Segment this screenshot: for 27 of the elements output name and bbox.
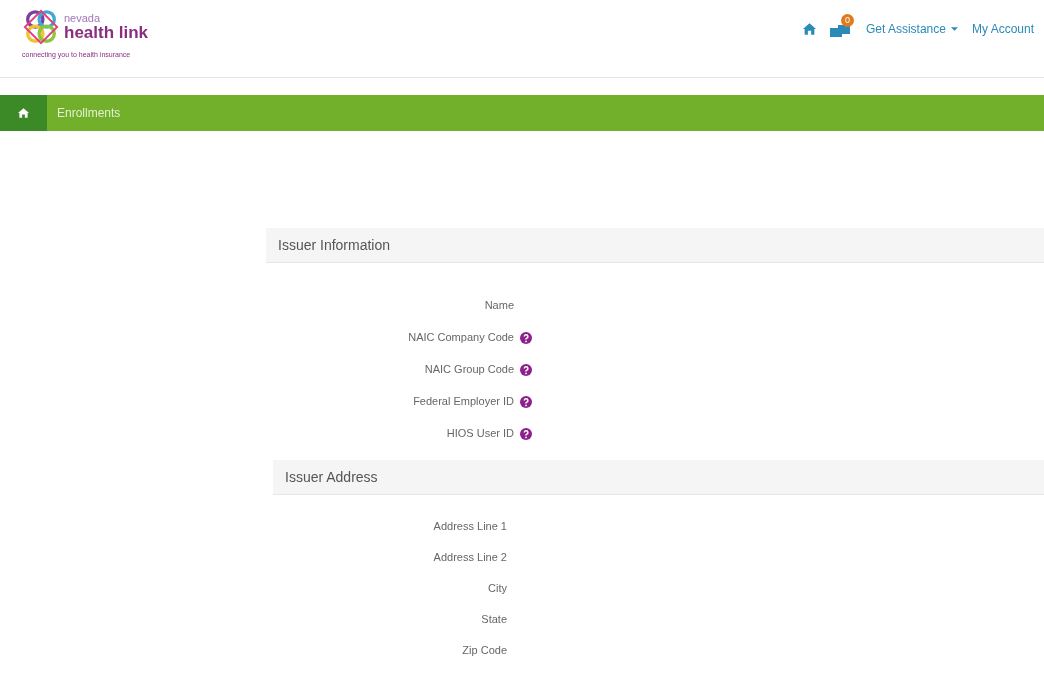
help-icon[interactable]	[520, 331, 532, 344]
section-header: Issuer Address	[273, 460, 1044, 495]
nav-link[interactable]: Get Assistance	[865, 20, 958, 38]
field-label: State	[480, 612, 507, 628]
home-icon	[18, 108, 29, 118]
field-label: Federal Employer ID	[412, 394, 514, 410]
field-label: Address Line 1	[432, 519, 507, 535]
logo-small-text: nevada	[64, 13, 102, 24]
home-button[interactable]	[0, 95, 47, 131]
field-label: City	[487, 581, 507, 597]
section-header: Issuer Information	[266, 228, 1044, 263]
field-label: NAIC Company Code	[407, 330, 514, 346]
field-label: HIOS User ID	[445, 426, 514, 442]
envelopes-icon[interactable]	[829, 22, 852, 40]
breadcrumb-label[interactable]: Enrollments	[57, 104, 121, 122]
nav-link[interactable]: My Account	[971, 20, 1034, 38]
logo-icon	[22, 8, 60, 46]
notification-badge: 0	[840, 14, 854, 27]
logo-name: health link	[64, 24, 149, 41]
help-icon[interactable]	[520, 363, 532, 376]
field-label: NAIC Group Code	[423, 362, 514, 378]
field-label: Address Line 2	[432, 550, 507, 566]
home-icon	[802, 23, 816, 35]
help-icon[interactable]	[520, 395, 532, 408]
help-icon[interactable]	[520, 427, 532, 440]
field-label: Name	[483, 298, 514, 314]
field-label: Zip Code	[461, 643, 507, 659]
